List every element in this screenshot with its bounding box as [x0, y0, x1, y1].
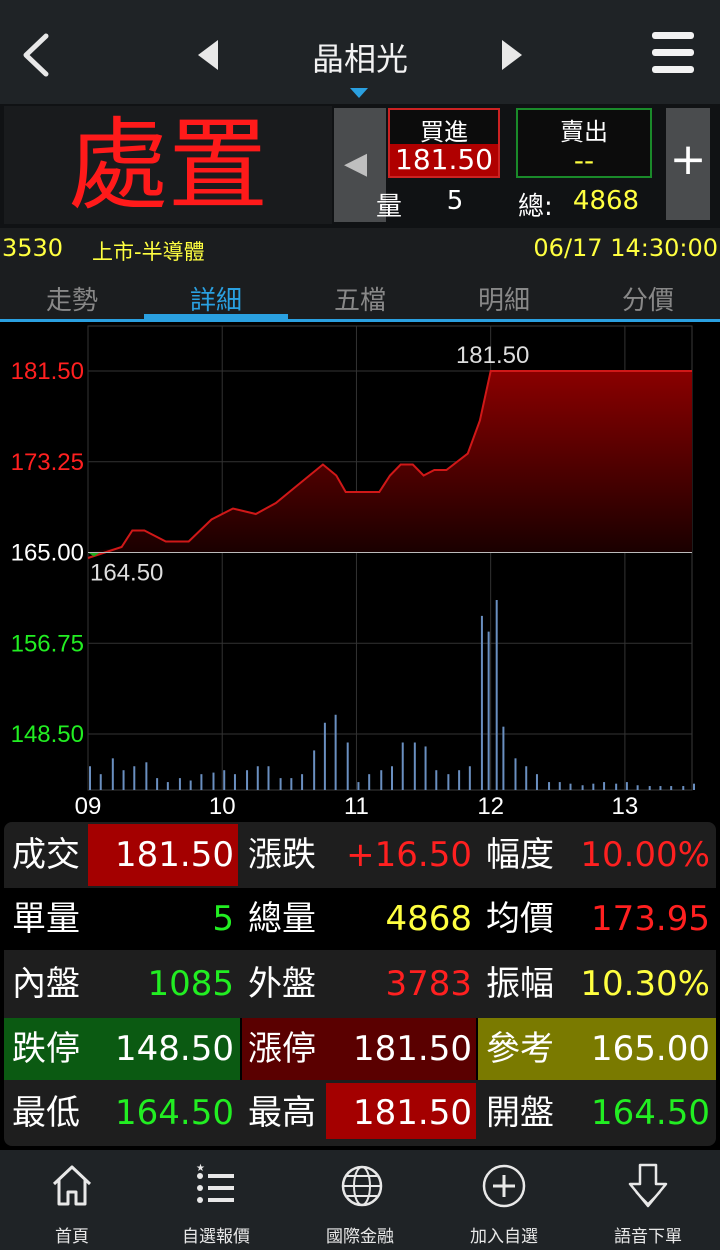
x-tick-label: 09: [75, 793, 102, 820]
avg-price-label: 均價: [486, 899, 554, 939]
limit-up-value: 181.50: [353, 1029, 472, 1069]
amplitude-value: 10.30%: [580, 964, 710, 1004]
y-tick-label: 156.75: [11, 630, 84, 657]
single-volume-label: 量:: [376, 192, 402, 222]
stock-title[interactable]: 晶相光: [260, 34, 460, 80]
detail-table: 成交 181.50 漲跌 +16.50 幅度 10.00% 單量 5 總量 48…: [0, 820, 720, 1150]
nav-home-label: 首頁: [55, 1227, 89, 1247]
home-icon: [52, 1165, 92, 1206]
ask-box[interactable]: 賣出 --: [516, 108, 652, 178]
add-button[interactable]: +: [666, 108, 710, 220]
nav-home[interactable]: 首頁: [0, 1150, 144, 1250]
status-text: 處置: [68, 107, 268, 224]
open-value: 164.50: [591, 1093, 710, 1133]
limit-up-label: 漲停: [248, 1029, 316, 1069]
low-value: 164.50: [115, 1093, 234, 1133]
next-stock-icon[interactable]: [498, 38, 526, 72]
nav-international-label: 國際金融: [326, 1227, 394, 1247]
single-volume-label: 單量: [12, 899, 80, 939]
amplitude-label: 振幅: [486, 964, 554, 1004]
change-pct-value: 10.00%: [580, 835, 710, 875]
plus-icon: +: [669, 134, 707, 185]
high-value: 181.50: [353, 1093, 472, 1133]
prev-stock-icon[interactable]: [196, 38, 224, 72]
ask-label: 賣出: [560, 118, 608, 146]
y-tick-label: 181.50: [11, 358, 84, 385]
inner-volume-value: 1085: [147, 964, 234, 1004]
chart-svg: 181.50 173.25 165.00 156.75 148.50 09 10 11 12 13…: [11, 325, 695, 820]
trade-price-label: 成交: [12, 835, 80, 875]
nav-watchlist[interactable]: ★ 自選報價: [144, 1150, 288, 1250]
bid-value: 181.50: [390, 144, 498, 176]
change-value: +16.50: [346, 835, 472, 875]
single-volume-value: 5: [212, 899, 234, 939]
tab-trend[interactable]: 走勢: [0, 280, 144, 317]
stock-code: 3530: [2, 234, 64, 262]
nav-add-watchlist[interactable]: 加入自選: [432, 1150, 576, 1250]
high-label: 最高: [248, 1093, 316, 1133]
stock-market: 上市-半導體: [92, 240, 205, 264]
total-volume-value: 4868: [385, 899, 472, 939]
tab-five-levels[interactable]: 五檔: [288, 280, 432, 317]
bid-box[interactable]: 買進 181.50: [388, 108, 500, 178]
y-tick-label: 165.00: [11, 540, 84, 567]
nav-voice-order-label: 語音下單: [614, 1227, 682, 1247]
back-icon[interactable]: [14, 30, 56, 80]
open-label: 開盤: [486, 1093, 554, 1133]
avg-price-value: 173.95: [591, 899, 710, 939]
svg-text:★: ★: [196, 1163, 205, 1174]
triangle-left-icon: ◀: [344, 146, 368, 181]
high-annotation: 181.50: [456, 342, 529, 369]
single-volume-value: 5: [446, 186, 464, 216]
nav-voice-order[interactable]: 語音下單: [576, 1150, 720, 1250]
total-volume-label: 總:: [518, 192, 553, 222]
y-tick-label: 173.25: [11, 449, 84, 476]
nav-watchlist-label: 自選報價: [182, 1227, 250, 1247]
menu-icon[interactable]: [652, 30, 696, 78]
reference-value: 165.00: [591, 1029, 710, 1069]
x-tick-label: 10: [209, 793, 236, 820]
ask-value: --: [573, 144, 595, 177]
intraday-chart[interactable]: 181.50 173.25 165.00 156.75 148.50 09 10 11 12 13…: [0, 322, 720, 820]
reference-label: 參考: [486, 1029, 554, 1069]
list-star-icon: ★: [196, 1163, 234, 1203]
total-volume-value: 4868: [572, 186, 640, 216]
outer-volume-label: 外盤: [248, 964, 316, 1004]
inner-volume-label: 內盤: [12, 964, 80, 1004]
x-tick-label: 11: [344, 793, 369, 820]
low-annotation: 164.50: [90, 560, 163, 587]
active-tab-indicator: [144, 314, 288, 320]
globe-icon: [341, 1165, 383, 1207]
trade-price-value: 181.50: [88, 824, 238, 886]
stock-info-bar: 3530 上市-半導體 06/17 14:30:00: [0, 228, 720, 270]
top-bar: 晶相光: [0, 0, 720, 104]
tab-price-distribution[interactable]: 分價: [576, 280, 720, 317]
outer-volume-value: 3783: [385, 964, 472, 1004]
limit-down-value: 148.50: [115, 1029, 234, 1069]
quote-datetime: 06/17 14:30:00: [533, 234, 718, 262]
tab-bar: 走勢 詳細 五檔 明細 分價: [0, 270, 720, 322]
tab-detail[interactable]: 詳細: [144, 280, 288, 317]
change-pct-label: 幅度: [486, 835, 554, 875]
low-label: 最低: [12, 1093, 80, 1133]
bid-label: 買進: [420, 118, 468, 146]
bottom-nav: 首頁 ★ 自選報價 國際金融 加入自選 語音下單: [0, 1150, 720, 1250]
limit-down-label: 跌停: [12, 1029, 80, 1069]
add-circle-icon: [482, 1164, 526, 1208]
x-tick-label: 13: [612, 793, 639, 820]
down-arrow-icon: [628, 1163, 668, 1208]
change-label: 漲跌: [248, 835, 316, 875]
y-tick-label: 148.50: [11, 721, 84, 748]
title-dropdown-caret-icon[interactable]: [350, 88, 368, 98]
nav-add-watchlist-label: 加入自選: [470, 1227, 538, 1247]
tab-ticks[interactable]: 明細: [432, 280, 576, 317]
x-tick-label: 12: [477, 793, 504, 820]
disposition-status: 處置: [4, 106, 332, 224]
total-volume-label: 總量: [248, 899, 316, 939]
nav-international[interactable]: 國際金融: [288, 1150, 432, 1250]
